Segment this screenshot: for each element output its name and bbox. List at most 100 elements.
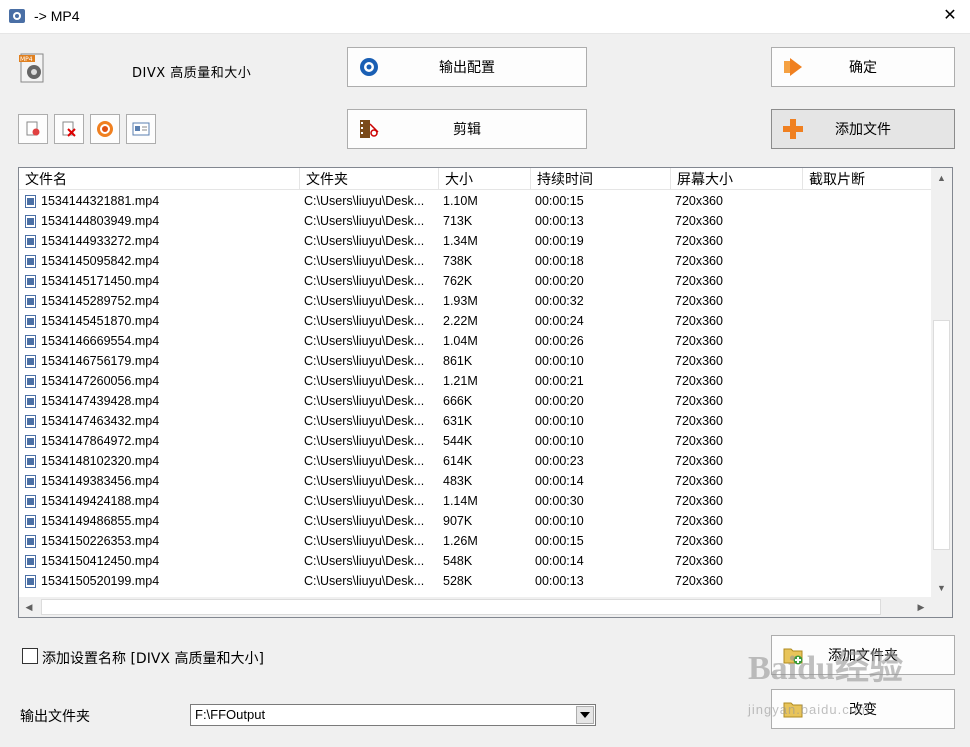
size-cell-text: 1.10M (443, 194, 478, 208)
table-row[interactable]: 1534150412450.mp4 C:\Users\liuyu\Desk... 5… (19, 551, 931, 571)
ok-button[interactable]: 确定 (771, 47, 955, 87)
table-row[interactable]: 1534149486855.mp4 C:\Users\liuyu\Desk... 9… (19, 511, 931, 531)
size-cell: 738K (439, 251, 531, 271)
table-row[interactable]: 1534146669554.mp4 C:\Users\liuyu\Desk... 1… (19, 331, 931, 351)
file-name-cell: 1534147439428.mp4 (19, 391, 300, 411)
screen-size-cell-text: 720x360 (675, 294, 723, 308)
table-row[interactable]: 1534147260056.mp4 C:\Users\liuyu\Desk... 1… (19, 371, 931, 391)
table-row[interactable]: 1534146756179.mp4 C:\Users\liuyu\Desk... 8… (19, 351, 931, 371)
media-info-button[interactable] (126, 114, 156, 144)
change-button[interactable]: 改变 (771, 689, 955, 729)
duration-cell-text: 00:00:10 (535, 414, 584, 428)
clip-cell (803, 391, 931, 411)
column-header-folder[interactable]: 文件夹 (300, 168, 439, 190)
file-name-cell-text: 1534147463432.mp4 (41, 414, 160, 428)
column-header-duration[interactable]: 持续时间 (531, 168, 671, 190)
close-icon[interactable]: ✕ (940, 6, 960, 26)
column-header-size[interactable]: 大小 (439, 168, 531, 190)
duration-cell-text: 00:00:21 (535, 374, 584, 388)
table-row[interactable]: 1534144803949.mp4 C:\Users\liuyu\Desk... 7… (19, 211, 931, 231)
table-row[interactable]: 1534145451870.mp4 C:\Users\liuyu\Desk... 2… (19, 311, 931, 331)
clear-list-icon (26, 121, 40, 136)
edit-button[interactable]: 剪辑 (347, 109, 587, 149)
size-cell-text: 738K (443, 254, 473, 268)
column-header-screen-size[interactable]: 屏幕大小 (671, 168, 803, 190)
scroll-left-arrow[interactable]: ◀ (19, 597, 39, 617)
table-row[interactable]: 1534148102320.mp4 C:\Users\liuyu\Desk... 6… (19, 451, 931, 471)
column-header-clip[interactable]: 截取片断 (803, 168, 931, 190)
duration-cell-text: 00:00:20 (535, 274, 584, 288)
table-row[interactable]: 1534149383456.mp4 C:\Users\liuyu\Desk... 4… (19, 471, 931, 491)
size-cell-text: 666K (443, 394, 473, 408)
vertical-scroll-thumb[interactable] (933, 320, 950, 550)
mp4-format-icon: MP4 (19, 53, 44, 83)
table-row[interactable]: 1534150226353.mp4 C:\Users\liuyu\Desk... 1… (19, 531, 931, 551)
table-row[interactable]: 1534149424188.mp4 C:\Users\liuyu\Desk... 1… (19, 491, 931, 511)
horizontal-scroll-thumb[interactable] (41, 599, 881, 615)
size-cell: 1.26M (439, 531, 531, 551)
folder-cell: C:\Users\liuyu\Desk... (300, 231, 439, 251)
table-row[interactable]: 1534145171450.mp4 C:\Users\liuyu\Desk... 7… (19, 271, 931, 291)
size-cell-text: 483K (443, 474, 473, 488)
add-folder-button[interactable]: 添加文件夹 (771, 635, 955, 675)
duration-cell: 00:00:26 (531, 331, 671, 351)
folder-cell-text: C:\Users\liuyu\Desk... (304, 314, 425, 328)
size-cell: 1.21M (439, 371, 531, 391)
size-cell-text: 713K (443, 214, 473, 228)
clip-cell (803, 551, 931, 571)
clear-list-button[interactable] (18, 114, 48, 144)
video-file-icon (25, 494, 36, 508)
file-name-cell-text: 1534149424188.mp4 (41, 494, 160, 508)
scroll-up-arrow[interactable]: ▲ (931, 168, 952, 188)
size-cell-text: 1.04M (443, 334, 478, 348)
folder-cell: C:\Users\liuyu\Desk... (300, 311, 439, 331)
file-name-cell: 1534145171450.mp4 (19, 271, 300, 291)
video-file-icon (25, 554, 36, 568)
table-row[interactable]: 1534147463432.mp4 C:\Users\liuyu\Desk... 6… (19, 411, 931, 431)
info-card-icon (132, 122, 150, 136)
duration-cell-text: 00:00:14 (535, 474, 584, 488)
folder-cell: C:\Users\liuyu\Desk... (300, 351, 439, 371)
clip-cell (803, 471, 931, 491)
chevron-down-icon[interactable] (576, 706, 594, 724)
play-button[interactable] (90, 114, 120, 144)
scroll-right-arrow[interactable]: ▶ (911, 597, 931, 617)
scroll-down-arrow[interactable]: ▼ (931, 578, 952, 598)
output-config-label: 输出配置 (439, 59, 495, 75)
video-file-icon (25, 214, 36, 228)
clip-cell (803, 251, 931, 271)
screen-size-cell-text: 720x360 (675, 314, 723, 328)
output-config-button[interactable]: 输出配置 (347, 47, 587, 87)
screen-size-cell: 720x360 (671, 471, 803, 491)
screen-size-cell: 720x360 (671, 291, 803, 311)
horizontal-scrollbar[interactable]: ◀ ▶ (19, 597, 931, 617)
file-name-cell: 1534145451870.mp4 (19, 311, 300, 331)
table-row[interactable]: 1534147439428.mp4 C:\Users\liuyu\Desk... 6… (19, 391, 931, 411)
table-row[interactable]: 1534147864972.mp4 C:\Users\liuyu\Desk... 5… (19, 431, 931, 451)
size-cell-text: 907K (443, 514, 473, 528)
add-file-button[interactable]: 添加文件 (771, 109, 955, 149)
vertical-scrollbar[interactable]: ▲ ▼ (931, 168, 952, 598)
remove-file-button[interactable] (54, 114, 84, 144)
column-header-filename[interactable]: 文件名 (19, 168, 300, 190)
table-row[interactable]: 1534144321881.mp4 C:\Users\liuyu\Desk... 1… (19, 191, 931, 211)
duration-cell-text: 00:00:19 (535, 234, 584, 248)
folder-cell: C:\Users\liuyu\Desk... (300, 211, 439, 231)
output-folder-dropdown[interactable]: F:\FFOutput (190, 704, 596, 726)
size-cell-text: 762K (443, 274, 473, 288)
duration-cell-text: 00:00:15 (535, 194, 584, 208)
file-name-cell-text: 1534150226353.mp4 (41, 534, 160, 548)
folder-add-icon (783, 648, 803, 665)
table-row[interactable]: 1534144933272.mp4 C:\Users\liuyu\Desk... 1… (19, 231, 931, 251)
table-row[interactable]: 1534145289752.mp4 C:\Users\liuyu\Desk... 1… (19, 291, 931, 311)
screen-size-cell: 720x360 (671, 491, 803, 511)
video-file-icon (25, 514, 36, 528)
file-list[interactable]: 文件名 文件夹 大小 持续时间 屏幕大小 截取片断 1534144321881.… (18, 167, 953, 618)
screen-size-cell: 720x360 (671, 351, 803, 371)
folder-cell: C:\Users\liuyu\Desk... (300, 271, 439, 291)
table-row[interactable]: 1534150520199.mp4 C:\Users\liuyu\Desk... 5… (19, 571, 931, 591)
file-name-cell: 1534149424188.mp4 (19, 491, 300, 511)
table-row[interactable]: 1534145095842.mp4 C:\Users\liuyu\Desk... 7… (19, 251, 931, 271)
add-setting-name-checkbox[interactable] (22, 648, 38, 664)
video-file-icon (25, 354, 36, 368)
